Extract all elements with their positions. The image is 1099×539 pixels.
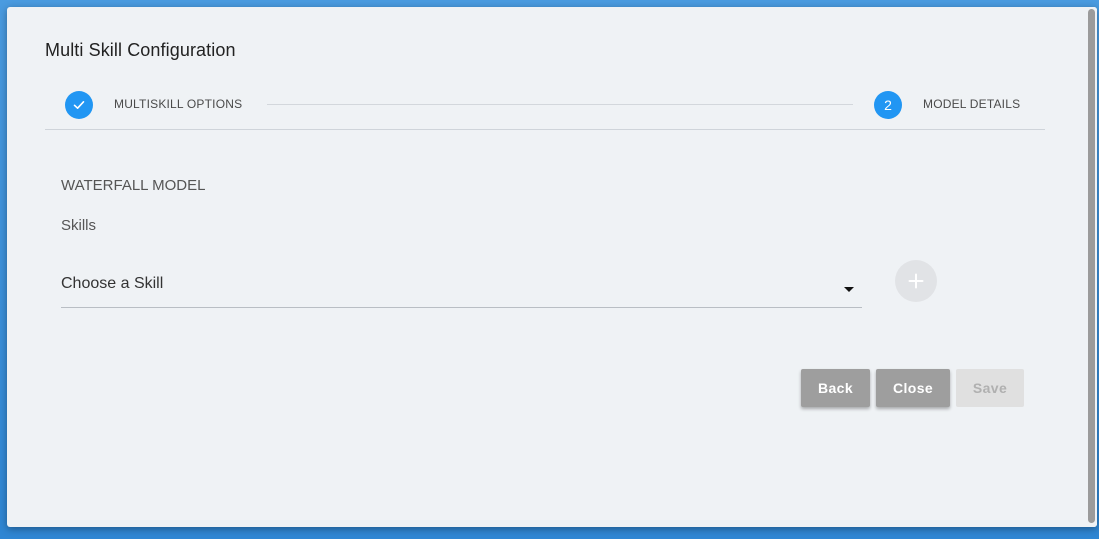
skill-select-value: Choose a Skill: [61, 275, 164, 292]
step-1-check-icon[interactable]: [65, 91, 93, 119]
step-2-number[interactable]: 2: [874, 91, 902, 119]
plus-icon: [908, 273, 924, 289]
section-title: WATERFALL MODEL: [61, 177, 206, 194]
scrollbar-thumb[interactable]: [1088, 9, 1095, 523]
caret-down-icon: [844, 287, 854, 292]
window-frame: Multi Skill Configuration MULTISKILL OPT…: [0, 0, 1099, 539]
stepper: MULTISKILL OPTIONS 2 MODEL DETAILS: [45, 87, 1045, 130]
step-1-label[interactable]: MULTISKILL OPTIONS: [114, 97, 242, 111]
add-skill-button[interactable]: [895, 260, 937, 302]
skill-select[interactable]: Choose a Skill: [61, 265, 862, 308]
step-connector: [267, 104, 853, 105]
check-icon: [73, 101, 85, 109]
skills-label: Skills: [61, 217, 97, 234]
step-2-label[interactable]: MODEL DETAILS: [923, 97, 1020, 111]
multi-skill-dialog: Multi Skill Configuration MULTISKILL OPT…: [7, 7, 1097, 527]
close-button[interactable]: Close: [876, 369, 950, 407]
dialog-title: Multi Skill Configuration: [45, 40, 236, 60]
back-button[interactable]: Back: [801, 369, 870, 407]
scrollbar[interactable]: [1085, 7, 1097, 527]
save-button[interactable]: Save: [956, 369, 1024, 407]
